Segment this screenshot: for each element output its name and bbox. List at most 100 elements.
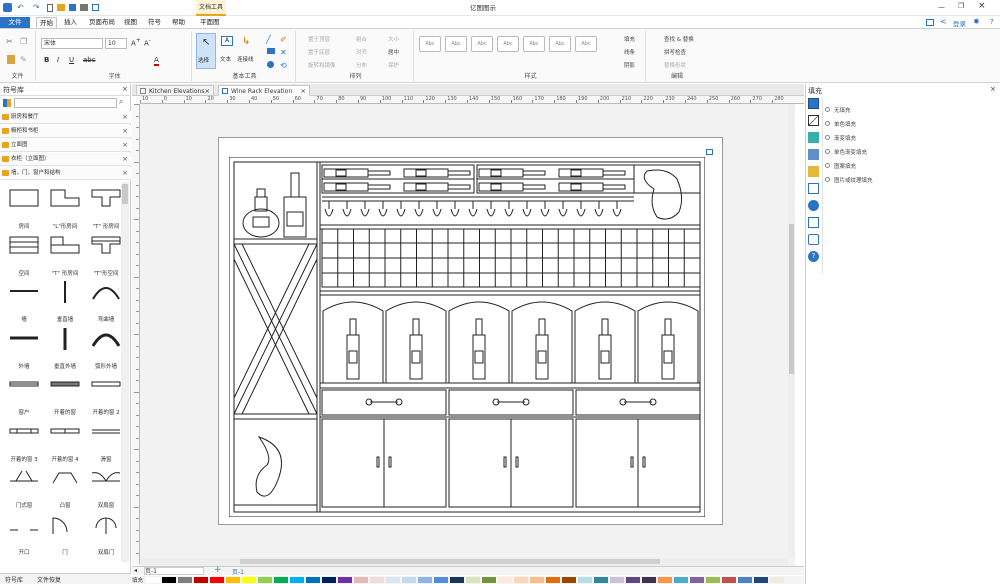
- library-shape-23[interactable]: 双扇门: [86, 510, 126, 556]
- color-swatch[interactable]: [770, 577, 784, 583]
- canvas-hscrollbar[interactable]: [140, 558, 788, 566]
- bold-icon[interactable]: B: [44, 56, 49, 64]
- help-icon[interactable]: ?: [808, 251, 819, 262]
- wine-rack-drawing[interactable]: [229, 157, 705, 517]
- tab-kitchen-elevations[interactable]: Kitchen Elevations ×: [136, 85, 214, 96]
- help-icon[interactable]: ?: [990, 18, 994, 26]
- library-shape-18[interactable]: 门式窗: [4, 463, 44, 509]
- color-swatch[interactable]: [594, 577, 608, 583]
- open-icon[interactable]: [57, 4, 65, 11]
- library-shape-2[interactable]: "T" 形房间: [86, 184, 126, 230]
- image-icon[interactable]: [808, 149, 819, 160]
- protect-button[interactable]: 保护: [388, 61, 399, 69]
- color-swatch[interactable]: [466, 577, 480, 583]
- close-icon[interactable]: ×: [122, 125, 128, 138]
- color-swatch[interactable]: [306, 577, 320, 583]
- find-replace-button[interactable]: 查找 & 替换: [664, 35, 694, 43]
- page-options-icon[interactable]: [706, 149, 713, 155]
- shadow-option[interactable]: 阴影: [624, 61, 635, 69]
- shadow-icon[interactable]: [808, 132, 819, 143]
- close-icon[interactable]: ×: [122, 111, 128, 124]
- strike-icon[interactable]: abc: [83, 56, 96, 64]
- library-shape-12[interactable]: 窗户: [4, 370, 44, 416]
- library-shape-8[interactable]: 弯曲墙: [86, 277, 126, 323]
- spell-check-button[interactable]: 拼写检查: [664, 48, 686, 56]
- font-name-select[interactable]: 宋体: [41, 38, 103, 49]
- export-icon[interactable]: [92, 4, 99, 11]
- login-link[interactable]: 登录: [953, 18, 966, 28]
- search-icon[interactable]: ⌕: [119, 97, 123, 107]
- line-icon[interactable]: ╱: [266, 35, 271, 44]
- color-swatch[interactable]: [418, 577, 432, 583]
- select-tool-button[interactable]: ↖ 选择: [196, 33, 216, 69]
- library-shape-19[interactable]: 凸窗: [45, 463, 85, 509]
- rectangle-icon[interactable]: [267, 48, 275, 54]
- color-swatch[interactable]: [754, 577, 768, 583]
- folder-icon[interactable]: [926, 19, 934, 26]
- color-swatch[interactable]: [162, 577, 176, 583]
- menu-file[interactable]: 文件: [0, 17, 30, 28]
- color-swatch[interactable]: [530, 577, 544, 583]
- menu-help[interactable]: 帮助: [169, 17, 188, 28]
- color-swatch[interactable]: [322, 577, 336, 583]
- scroll-thumb[interactable]: [122, 184, 128, 204]
- style-swatch-5[interactable]: Abc: [523, 36, 545, 52]
- color-swatch[interactable]: [482, 577, 496, 583]
- style-swatch-4[interactable]: Abc: [497, 36, 519, 52]
- color-swatch[interactable]: [226, 577, 240, 583]
- library-shape-10[interactable]: 垂直外墙: [45, 324, 85, 370]
- line-style-icon[interactable]: [808, 115, 819, 126]
- library-shape-3[interactable]: 空间: [4, 231, 44, 277]
- tab-wine-rack-elevation[interactable]: Wine Rack Elevation ×: [218, 85, 310, 96]
- fill-option-pattern[interactable]: 图案填充: [825, 162, 856, 170]
- style-swatch-2[interactable]: Abc: [445, 36, 467, 52]
- category-elevation[interactable]: 立面图 ×: [0, 139, 131, 152]
- scroll-thumb[interactable]: [789, 224, 794, 374]
- library-shape-13[interactable]: 开着的窗: [45, 370, 85, 416]
- group-button[interactable]: 组合: [356, 35, 367, 43]
- scroll-thumb[interactable]: [240, 559, 660, 564]
- color-swatch[interactable]: [626, 577, 640, 583]
- style-swatch-6[interactable]: Abc: [549, 36, 571, 52]
- font-size-select[interactable]: 10: [105, 38, 127, 49]
- category-cabinets[interactable]: 橱柜和书柜 ×: [0, 125, 131, 138]
- library-shape-11[interactable]: 弧形外墙: [86, 324, 126, 370]
- shrink-font-icon[interactable]: A-: [144, 38, 151, 47]
- color-swatch[interactable]: [690, 577, 704, 583]
- color-swatch[interactable]: [642, 577, 656, 583]
- style-swatch-1[interactable]: Abc: [419, 36, 441, 52]
- library-shape-20[interactable]: 双扇窗: [86, 463, 126, 509]
- print-icon[interactable]: [80, 4, 88, 11]
- fill-option-gradient[interactable]: 渐变填充: [825, 134, 856, 142]
- replace-shape-button[interactable]: 替换形状: [664, 61, 686, 69]
- page-icon[interactable]: [808, 183, 819, 194]
- fill-option-solid[interactable]: 单色填充: [825, 120, 856, 128]
- color-swatch[interactable]: [610, 577, 624, 583]
- library-shape-6[interactable]: 墙: [4, 277, 44, 323]
- color-swatch[interactable]: [290, 577, 304, 583]
- close-icon[interactable]: ×: [122, 139, 128, 152]
- close-icon[interactable]: ×: [122, 153, 128, 166]
- text-tool-button[interactable]: A 文本: [218, 33, 236, 69]
- line-option[interactable]: 线条: [624, 48, 635, 56]
- color-swatch[interactable]: [242, 577, 256, 583]
- close-icon[interactable]: ×: [122, 167, 128, 180]
- restore-icon[interactable]: ❐: [958, 2, 964, 10]
- menu-home[interactable]: 开始: [36, 17, 57, 28]
- fill-option-none[interactable]: 无填充: [825, 106, 851, 114]
- circle-icon[interactable]: [267, 61, 274, 68]
- tab-library[interactable]: 符号库: [5, 575, 23, 584]
- globe-icon[interactable]: [808, 200, 819, 211]
- rotate-icon[interactable]: ⟲: [280, 61, 287, 70]
- library-shape-4[interactable]: "T" 形房间: [45, 231, 85, 277]
- italic-icon[interactable]: I: [57, 56, 59, 64]
- library-scrollbar[interactable]: [121, 182, 129, 562]
- menu-floorplan[interactable]: 平面图: [197, 17, 223, 28]
- send-back-button[interactable]: 置于底层: [308, 48, 330, 56]
- color-swatch[interactable]: [450, 577, 464, 583]
- style-swatch-7[interactable]: Abc: [575, 36, 597, 52]
- redo-icon[interactable]: ↷: [33, 3, 40, 12]
- drawing-page[interactable]: [218, 137, 723, 525]
- font-color-icon[interactable]: A: [154, 56, 159, 66]
- color-swatch[interactable]: [546, 577, 560, 583]
